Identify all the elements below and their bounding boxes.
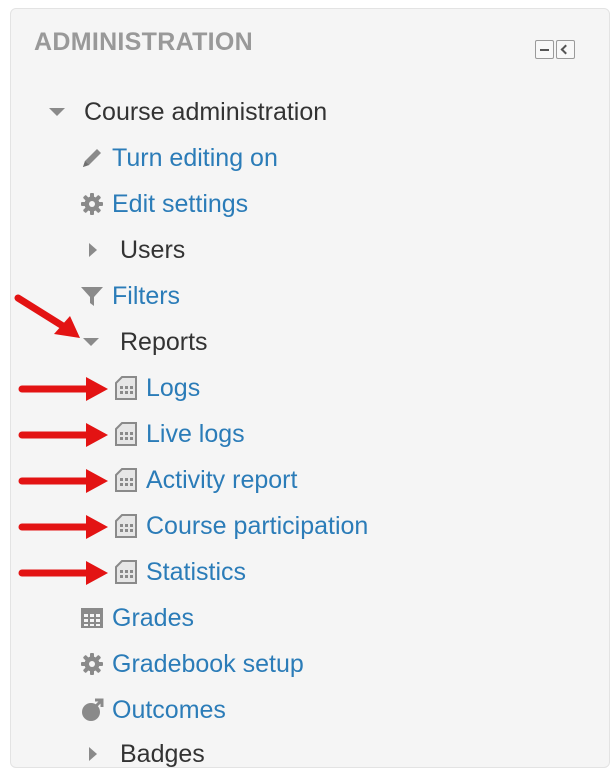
tree-item-reports[interactable]: Reports — [82, 322, 208, 362]
report-icon — [114, 560, 138, 584]
report-icon — [114, 468, 138, 492]
block-title: ADMINISTRATION — [34, 28, 253, 56]
tree-item-users[interactable]: Users — [86, 230, 185, 270]
annotation-arrow-icon — [18, 377, 108, 401]
annotation-arrow-icon — [18, 515, 108, 539]
course-administration-label: Course administration — [84, 97, 328, 126]
filters-label: Filters — [112, 281, 181, 310]
minus-box-icon[interactable] — [535, 40, 554, 59]
filters-link[interactable]: Filters — [80, 276, 180, 316]
outcomes-label: Outcomes — [112, 695, 226, 724]
grades-label: Grades — [112, 603, 194, 632]
turn-editing-on-link[interactable]: Turn editing on — [80, 138, 278, 178]
live-logs-link[interactable]: Live logs — [114, 414, 245, 454]
grades-table-icon — [80, 606, 104, 630]
collapsed-arrow-icon — [86, 238, 100, 262]
gear-icon — [80, 652, 104, 676]
pencil-icon — [80, 146, 104, 170]
live-logs-label: Live logs — [146, 419, 245, 448]
edit-settings-label: Edit settings — [112, 189, 249, 218]
dock-left-icon[interactable] — [556, 40, 575, 59]
badges-label: Badges — [120, 739, 205, 768]
expanded-arrow-icon — [82, 330, 100, 354]
tree-item-badges[interactable]: Badges — [86, 734, 205, 774]
turn-editing-on-label: Turn editing on — [112, 143, 278, 172]
outcomes-link[interactable]: Outcomes — [80, 690, 226, 730]
annotation-arrow-icon — [18, 423, 108, 447]
gradebook-setup-link[interactable]: Gradebook setup — [80, 644, 304, 684]
report-icon — [114, 514, 138, 538]
statistics-label: Statistics — [146, 557, 247, 586]
course-participation-label: Course participation — [146, 511, 369, 540]
outcomes-icon — [80, 698, 104, 722]
gear-icon — [80, 192, 104, 216]
gradebook-setup-label: Gradebook setup — [112, 649, 304, 678]
logs-link[interactable]: Logs — [114, 368, 200, 408]
edit-settings-link[interactable]: Edit settings — [80, 184, 248, 224]
annotation-arrow-icon — [18, 561, 108, 585]
reports-label: Reports — [120, 327, 208, 356]
logs-label: Logs — [146, 373, 201, 402]
activity-report-label: Activity report — [146, 465, 298, 494]
expanded-arrow-icon — [48, 100, 66, 124]
statistics-link[interactable]: Statistics — [114, 552, 246, 592]
report-icon — [114, 376, 138, 400]
annotation-arrow-icon — [18, 469, 108, 493]
users-label: Users — [120, 235, 186, 264]
collapsed-arrow-icon — [86, 742, 100, 766]
course-participation-link[interactable]: Course participation — [114, 506, 368, 546]
tree-item-course-administration[interactable]: Course administration — [48, 92, 327, 132]
annotation-arrow-icon — [14, 294, 80, 338]
report-icon — [114, 422, 138, 446]
grades-link[interactable]: Grades — [80, 598, 194, 638]
activity-report-link[interactable]: Activity report — [114, 460, 297, 500]
